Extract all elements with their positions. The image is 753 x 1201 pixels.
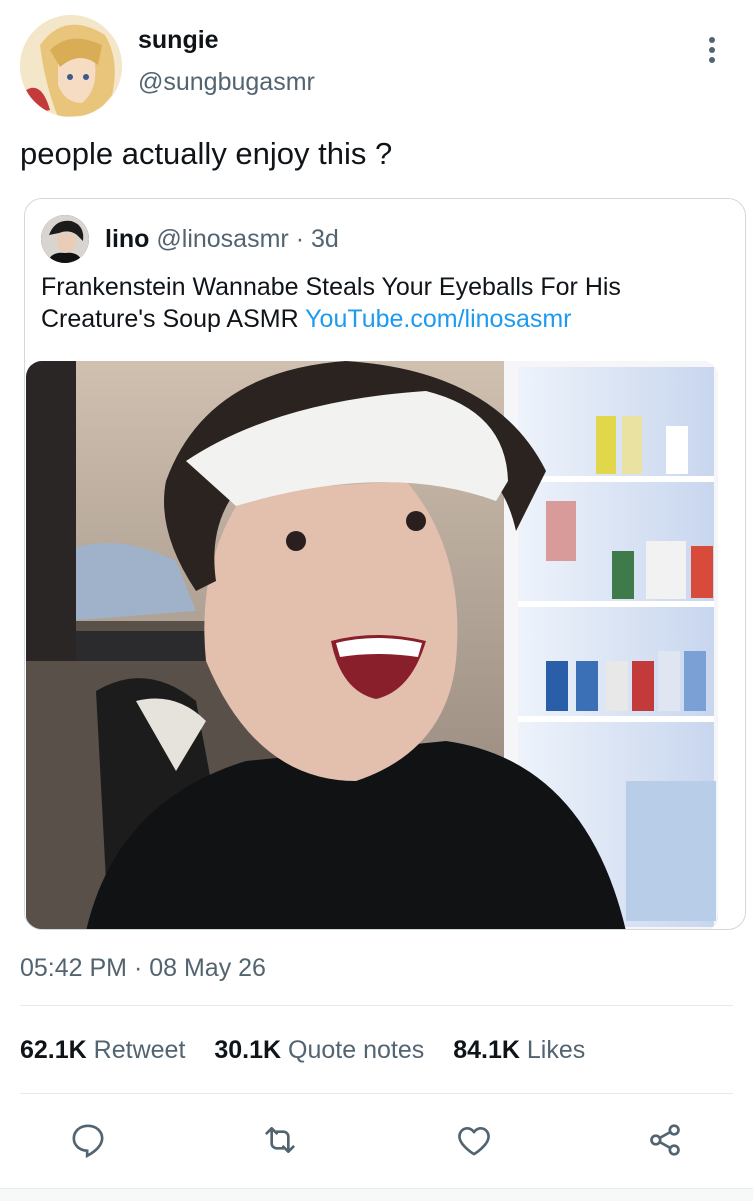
quoted-author-avatar[interactable] <box>41 215 89 263</box>
bottom-edge <box>0 1188 753 1201</box>
like-button[interactable] <box>452 1118 496 1162</box>
tweet-text: people actually enjoy this ? <box>20 136 393 171</box>
photo-image <box>26 361 718 929</box>
quoted-media-image[interactable] <box>26 361 718 929</box>
quote-count: 30.1K <box>214 1036 282 1064</box>
retweet-label: Retweet <box>93 1036 186 1064</box>
quoted-handle[interactable]: @linosasmr <box>156 225 288 253</box>
author-handle[interactable]: @sungbugasmr <box>138 68 315 97</box>
retweet-count: 62.1K <box>20 1036 87 1064</box>
quoted-text: Frankenstein Wannabe Steals Your Eyeball… <box>41 271 721 335</box>
like-label: Likes <box>526 1036 586 1064</box>
like-count: 84.1K <box>453 1036 520 1064</box>
reply-icon <box>72 1124 104 1159</box>
more-vertical-icon <box>709 37 715 63</box>
engagement-stats: 62.1K Retweet 30.1K Quote notes 84.1K Li… <box>20 1036 607 1065</box>
separator-dot: · <box>295 225 305 253</box>
share-icon <box>650 1124 680 1156</box>
author-display-name[interactable]: sungie <box>138 26 219 55</box>
retweet-stat[interactable]: 62.1K Retweet <box>20 1036 192 1064</box>
person-avatar-icon <box>41 215 89 263</box>
author-avatar[interactable] <box>20 15 122 117</box>
like-stat[interactable]: 84.1K Likes <box>453 1036 585 1064</box>
quoted-display-name[interactable]: lino <box>105 225 149 253</box>
anime-character-avatar-icon <box>20 15 122 117</box>
quoted-time: 3d <box>310 225 339 253</box>
divider <box>20 1093 733 1094</box>
tweet-timestamp[interactable]: 05:42 PM · 08 May 26 <box>20 954 266 983</box>
divider <box>20 1005 733 1006</box>
quoted-header: lino @linosasmr · 3d <box>105 225 339 254</box>
quoted-link[interactable]: YouTube.com/linosasmr <box>305 305 571 333</box>
reply-button[interactable] <box>66 1118 110 1162</box>
more-options-button[interactable] <box>694 32 730 68</box>
share-button[interactable] <box>643 1118 687 1162</box>
quote-stat[interactable]: 30.1K Quote notes <box>214 1036 431 1064</box>
quote-label: Quote notes <box>288 1036 425 1064</box>
retweet-icon <box>265 1127 295 1153</box>
retweet-button[interactable] <box>258 1118 302 1162</box>
quoted-tweet-card[interactable]: lino @linosasmr · 3d Frankenstein Wannab… <box>24 198 746 930</box>
like-icon <box>458 1127 490 1156</box>
